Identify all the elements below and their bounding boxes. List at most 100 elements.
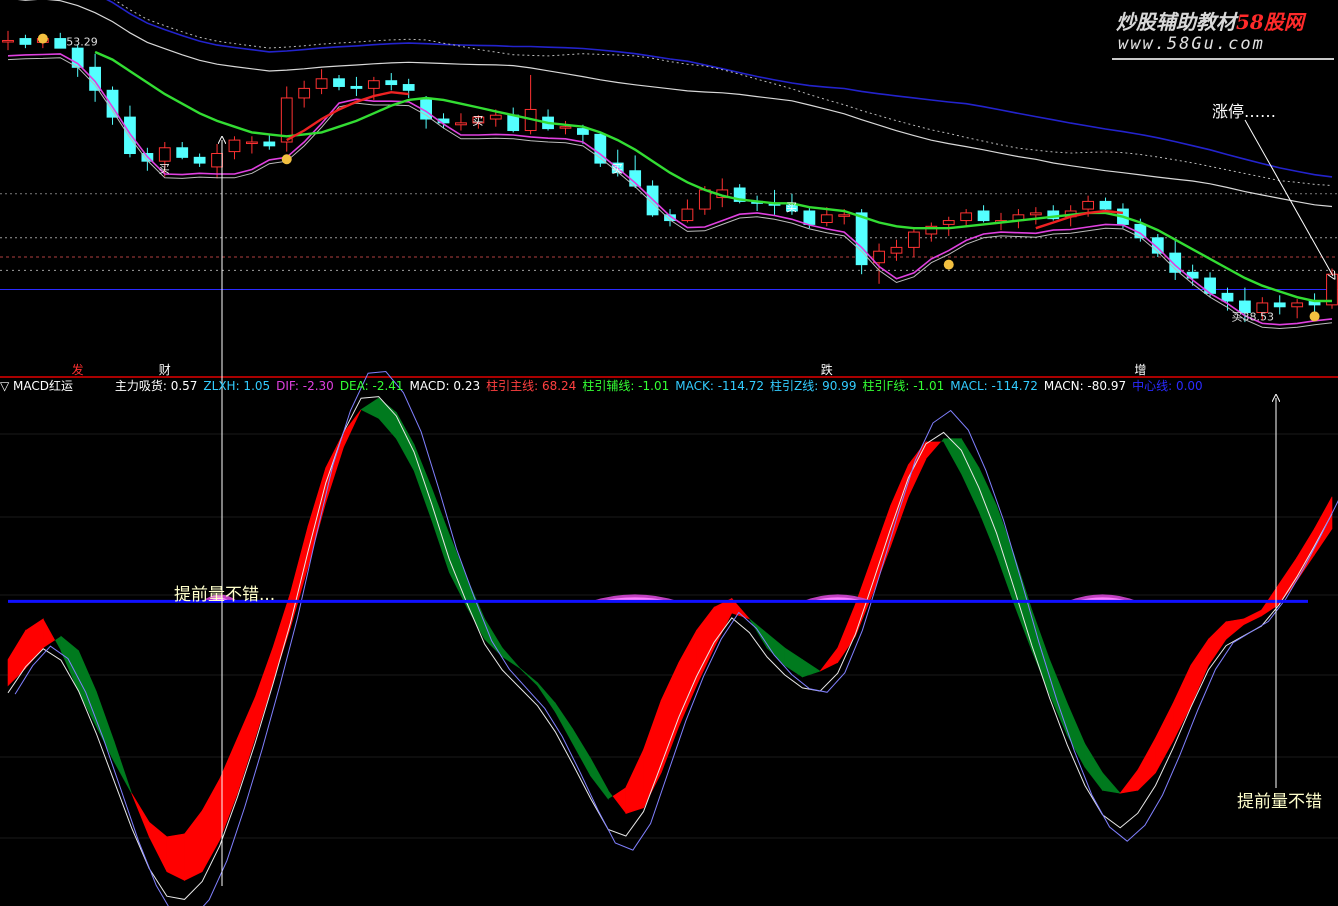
candle-body-54 bbox=[942, 220, 955, 225]
candle-body-3 bbox=[54, 38, 67, 49]
macd-band-segment-56 bbox=[996, 505, 1015, 605]
candle-body-50 bbox=[873, 250, 885, 264]
candle-body-1 bbox=[19, 38, 32, 45]
indicator-value-4: MACD: 0.23 bbox=[409, 379, 481, 393]
price-bottom-label-3: 增 bbox=[1134, 363, 1146, 377]
candle-body-70 bbox=[1221, 292, 1234, 302]
chart-canvas: 买买买买53.29买38.53发财跌增 bbox=[0, 0, 1338, 906]
indicator-value-1: ZLXH: 1.05 bbox=[203, 379, 271, 393]
candle-body-28 bbox=[489, 114, 502, 120]
candle-body-11 bbox=[193, 156, 206, 164]
candle-body-26 bbox=[455, 122, 467, 126]
candle-body-62 bbox=[1082, 200, 1095, 210]
indicator-value-0: 主力吸货: 0.57 bbox=[114, 379, 198, 393]
high-price-label: 53.29 bbox=[66, 35, 98, 48]
candle-body-48 bbox=[838, 214, 851, 217]
candle-body-74 bbox=[1291, 302, 1304, 308]
candle-body-15 bbox=[263, 141, 276, 147]
candle-body-17 bbox=[298, 87, 311, 99]
candle-body-40 bbox=[698, 189, 711, 210]
macd-band-segment-28 bbox=[501, 647, 521, 669]
macd-band-segment-0 bbox=[7, 629, 26, 687]
indicator-value-6: 柱引辅线: -1.01 bbox=[582, 379, 670, 393]
macd-band-segment-1 bbox=[25, 618, 44, 670]
low-price-label: 买38.53 bbox=[1231, 311, 1274, 324]
macd-band-segment-63 bbox=[1119, 769, 1139, 794]
candle-body-52 bbox=[907, 231, 920, 248]
macd-band-segment-2b bbox=[55, 636, 61, 651]
ma-magenta-line bbox=[7, 53, 1333, 326]
price-bottom-label-2: 跌 bbox=[821, 362, 833, 377]
macd-band-segment-36 bbox=[643, 700, 662, 808]
candle-body-46 bbox=[803, 210, 816, 225]
gold-coin-marker-0 bbox=[37, 33, 48, 44]
candle-body-21 bbox=[367, 80, 380, 89]
candle-body-32 bbox=[559, 126, 572, 129]
watermark-line1a: 炒股辅助教材 bbox=[1116, 10, 1236, 34]
macd-band-segment-70 bbox=[1243, 609, 1262, 626]
watermark-url: www.58Gu.com bbox=[1118, 34, 1265, 54]
candle-body-20 bbox=[350, 85, 363, 89]
buy-mark-3: 买 bbox=[786, 201, 797, 214]
arrow-zhangting bbox=[1244, 119, 1333, 276]
macd-band-segment-40 bbox=[713, 598, 733, 649]
candle-body-56 bbox=[977, 210, 990, 222]
candle-body-12 bbox=[211, 153, 223, 168]
macd-band-segment-44 bbox=[784, 647, 803, 678]
macd-band-segment-4 bbox=[78, 650, 97, 727]
candle-body-10 bbox=[176, 147, 189, 158]
candle-body-73 bbox=[1273, 302, 1286, 308]
macd-band-segment-18 bbox=[325, 432, 344, 503]
gold-coin-marker-2 bbox=[943, 259, 954, 270]
macd-band-segment-9 bbox=[166, 833, 185, 881]
macd-band-segment-31 bbox=[554, 702, 574, 744]
watermark-underline bbox=[1112, 58, 1334, 60]
watermark-logo: 炒股辅助教材58股网 www.58Gu.com bbox=[1112, 4, 1336, 62]
macd-band-segment-15 bbox=[272, 592, 291, 683]
indicator-value-12: 中心线: 0.00 bbox=[1132, 379, 1203, 393]
macd-band-segment-27 bbox=[484, 617, 503, 658]
left-annotation: 提前量不错... bbox=[174, 585, 276, 605]
macd-band-segment-62 bbox=[1102, 772, 1121, 794]
candle-body-59 bbox=[1029, 212, 1042, 216]
buy-mark-2: 买 bbox=[612, 163, 623, 176]
candle-body-49 bbox=[855, 212, 868, 266]
macd-band-segment-21 bbox=[378, 397, 397, 440]
macd-band-segment-29 bbox=[519, 668, 538, 687]
macd-band-segment-35 bbox=[625, 749, 644, 814]
candle-body-19 bbox=[333, 78, 345, 87]
macd-band-segment-20 bbox=[360, 397, 380, 419]
ma-red-segment-1 bbox=[286, 90, 409, 142]
macd-band-segment-50 bbox=[890, 464, 909, 547]
indicator-title[interactable]: ▽ MACD红运 bbox=[0, 379, 73, 393]
indicator-value-5: 柱引主线: 68.24 bbox=[486, 379, 577, 393]
macd-band-segment-69 bbox=[1225, 618, 1245, 640]
ma-green-line bbox=[94, 50, 1332, 303]
macd-band-segment-46 bbox=[819, 647, 839, 672]
indicator-value-9: 柱引F线: -1.01 bbox=[862, 379, 945, 393]
indicator-value-7: MACK: -114.72 bbox=[675, 379, 765, 393]
macd-band-segment-74 bbox=[1314, 496, 1333, 556]
macd-band-segment-66 bbox=[1172, 665, 1192, 742]
macd-band-segment-13 bbox=[237, 697, 256, 794]
macd-band-segment-49 bbox=[872, 505, 891, 593]
gold-coin-marker-1 bbox=[281, 154, 292, 165]
macd-band-segment-33 bbox=[590, 758, 609, 800]
indicator-info-bar: ▽ MACD红运 主力吸货: 0.57 ZLXH: 1.05 DIF: -2.30 D… bbox=[0, 378, 1338, 394]
indicator-value-8: 柱引Z线: 90.99 bbox=[770, 379, 857, 393]
macd-band-segment-45 bbox=[802, 658, 821, 678]
buy-mark-0: 买 bbox=[159, 163, 170, 176]
macd-band-segment-6 bbox=[113, 740, 132, 794]
stock-chart-window: 买买买买 53.29 买38.53 发财跌增 ▽ MACD红运 主力吸货: 0.57 Z… bbox=[0, 0, 1338, 906]
right-annotation: 提前量不错 bbox=[1237, 792, 1322, 812]
candle-body-13 bbox=[228, 139, 241, 153]
macd-band-segment-7 bbox=[131, 793, 150, 837]
macd-band-segment-10 bbox=[184, 809, 203, 881]
macd-band-segment-52a bbox=[925, 441, 942, 460]
macd-band-segment-34b bbox=[612, 787, 626, 814]
macd-band-segment-11 bbox=[201, 778, 221, 872]
macd-band-segment-8 bbox=[148, 821, 168, 872]
candle-body-33 bbox=[576, 128, 589, 135]
candle-body-51 bbox=[890, 246, 903, 254]
candle-body-0 bbox=[2, 39, 14, 43]
